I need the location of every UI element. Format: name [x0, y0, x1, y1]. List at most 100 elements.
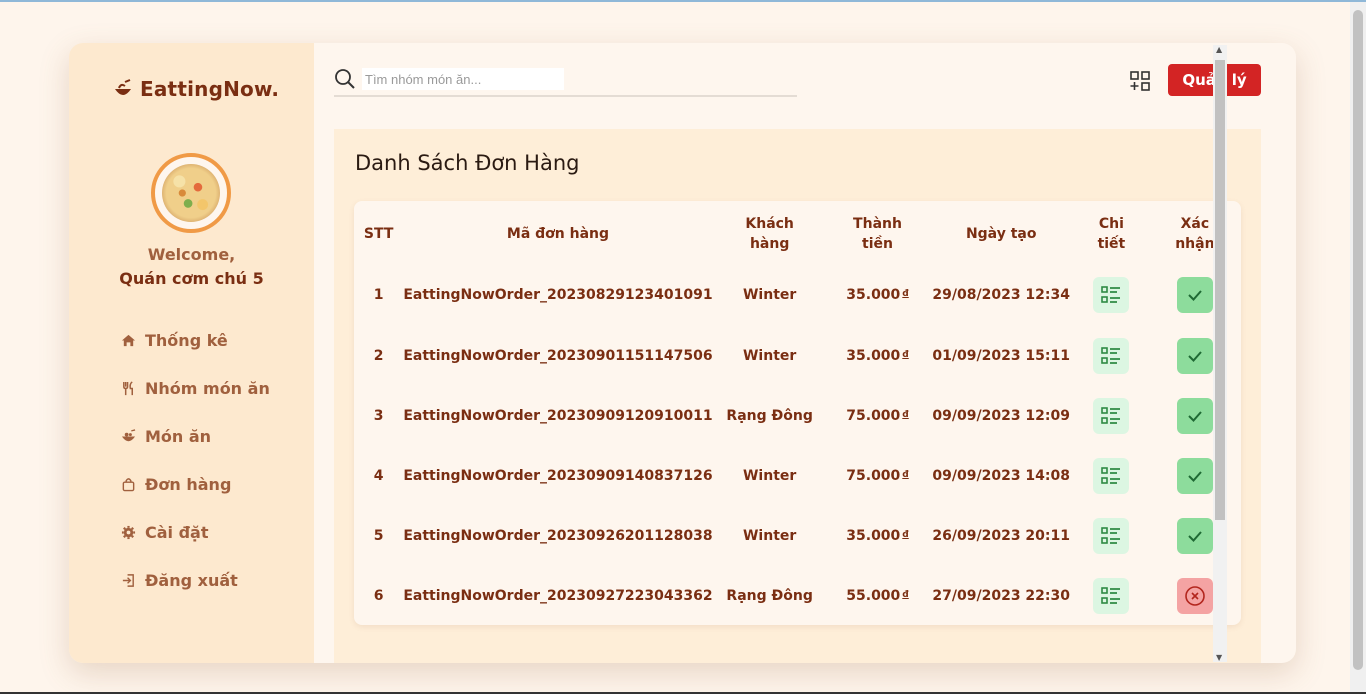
total-value: 75.000	[846, 408, 901, 424]
content-scrollbar[interactable]: ▲ ▼	[1213, 45, 1227, 662]
cell-total: 35.000 đ	[827, 326, 929, 386]
home-icon	[121, 334, 136, 346]
scrollbar-thumb[interactable]	[1215, 60, 1225, 520]
total-value: 75.000	[846, 468, 901, 484]
search-input[interactable]	[362, 68, 564, 90]
search-icon[interactable]	[334, 68, 356, 90]
bowl-icon	[121, 428, 136, 441]
cell-detail	[1074, 256, 1149, 326]
confirm-button[interactable]	[1176, 458, 1213, 494]
confirm-button[interactable]	[1176, 518, 1213, 554]
check-icon	[1188, 351, 1202, 362]
sidebar-item-label: Đăng xuất	[145, 570, 238, 590]
confirm-button[interactable]	[1176, 338, 1213, 374]
check-icon	[1188, 531, 1202, 542]
total-value: 35.000	[846, 348, 901, 364]
cell-stt: 2	[373, 348, 384, 364]
orders-table: STT Mã đơn hàng Khách hàng Thành tiền Ngày…	[354, 211, 1241, 626]
detail-button[interactable]	[1093, 398, 1130, 434]
table-row: 3 EattingNowOrder_20230909120910011 Rạng Đ…	[354, 386, 1241, 446]
sidebar-item-thong-ke[interactable]: Thống kê	[121, 316, 270, 364]
avatar-image	[162, 164, 220, 222]
cell-confirm	[1149, 446, 1241, 506]
sidebar-item-dang-xuat[interactable]: Đăng xuất	[121, 556, 270, 604]
col-customer: Khách hàng	[745, 215, 794, 252]
cancel-circle-icon	[1185, 586, 1205, 606]
detail-button[interactable]	[1093, 518, 1130, 554]
app-window: EattingNow. Welcome, Quán cơm chú 5 Thốn…	[69, 43, 1296, 663]
cell-order-code: EattingNowOrder_20230909140837126	[403, 468, 713, 484]
currency-symbol: đ	[902, 530, 909, 540]
browser-top-edge	[0, 0, 1366, 2]
cell-stt: 3	[373, 408, 384, 424]
welcome-block: Welcome, Quán cơm chú 5	[69, 243, 314, 291]
cell-stt: 6	[373, 588, 384, 604]
list-detail-icon	[1101, 467, 1121, 484]
confirm-button[interactable]	[1176, 277, 1213, 313]
cell-total: 55.000 đ	[827, 566, 929, 626]
detail-button[interactable]	[1093, 578, 1130, 614]
detail-button[interactable]	[1093, 338, 1130, 374]
utensils-icon	[123, 380, 133, 395]
main-content: Quản lý Danh Sách Đơn Hàng STT Mã đơn hà…	[314, 43, 1296, 663]
col-created: Ngày tạo	[965, 225, 1037, 242]
sidebar-nav: Thống kê Nhóm món ăn Món ăn Đơn hàng Cài…	[121, 316, 270, 604]
check-icon	[1188, 471, 1202, 482]
col-code: Mã đơn hàng	[506, 225, 610, 242]
cell-created: 09/09/2023 12:09	[932, 408, 1070, 424]
sidebar-item-label: Nhóm món ăn	[145, 378, 270, 398]
cell-created: 29/08/2023 12:34	[932, 287, 1070, 303]
bowl-logo-icon	[115, 79, 131, 95]
cell-customer: Winter	[742, 468, 797, 484]
scroll-down-arrow[interactable]: ▼	[1216, 653, 1222, 662]
cell-order-code: EattingNowOrder_20230909120910011	[403, 408, 713, 424]
cell-customer: Winter	[742, 528, 797, 544]
currency-symbol: đ	[902, 590, 909, 600]
cell-stt: 1	[373, 287, 384, 303]
cell-detail	[1074, 446, 1149, 506]
detail-button[interactable]	[1093, 277, 1130, 313]
sidebar-item-don-hang[interactable]: Đơn hàng	[121, 460, 270, 508]
page-scrollbar-thumb[interactable]	[1353, 10, 1363, 670]
table-row: 4 EattingNowOrder_20230909140837126 Winter…	[354, 446, 1241, 506]
table-row: 1 EattingNowOrder_20230829123401091 Winter…	[354, 256, 1241, 326]
page-title: Danh Sách Đơn Hàng	[355, 151, 580, 175]
scroll-up-arrow[interactable]: ▲	[1216, 45, 1222, 54]
orders-panel: Danh Sách Đơn Hàng STT Mã đơn hàng Khách…	[334, 129, 1261, 663]
list-detail-icon	[1101, 527, 1121, 544]
bag-icon	[122, 477, 135, 491]
cell-confirm	[1149, 386, 1241, 446]
table-header-row: STT Mã đơn hàng Khách hàng Thành tiền Ngày…	[354, 211, 1241, 256]
gear-icon	[121, 525, 136, 539]
cell-customer: Rạng Đông	[726, 588, 813, 604]
detail-button[interactable]	[1093, 458, 1130, 494]
cell-detail	[1074, 566, 1149, 626]
cell-detail	[1074, 326, 1149, 386]
brand-logo[interactable]: EattingNow.	[113, 77, 279, 101]
shop-name: Quán cơm chú 5	[119, 269, 264, 288]
confirm-button[interactable]	[1176, 398, 1213, 434]
total-value: 35.000	[846, 528, 901, 544]
col-stt: STT	[363, 225, 394, 242]
sidebar-item-mon-an[interactable]: Món ăn	[121, 412, 270, 460]
welcome-text: Welcome,	[147, 245, 236, 264]
cell-created: 09/09/2023 14:08	[932, 468, 1070, 484]
total-value: 35.000	[846, 287, 901, 303]
currency-symbol: đ	[902, 350, 909, 360]
cell-total: 75.000 đ	[827, 386, 929, 446]
page-scrollbar[interactable]	[1350, 2, 1366, 694]
cancel-status-button[interactable]	[1176, 578, 1213, 614]
orders-table-card: STT Mã đơn hàng Khách hàng Thành tiền Ngày…	[354, 201, 1241, 625]
currency-symbol: đ	[902, 470, 909, 480]
sidebar-item-nhom-mon-an[interactable]: Nhóm món ăn	[121, 364, 270, 412]
cell-detail	[1074, 386, 1149, 446]
list-detail-icon	[1101, 407, 1121, 424]
cell-confirm	[1149, 566, 1241, 626]
sidebar-item-label: Thống kê	[145, 330, 228, 350]
grid-add-icon[interactable]	[1129, 70, 1151, 92]
table-row: 6 EattingNowOrder_20230927223043362 Rạng Đ…	[354, 566, 1241, 626]
logout-icon	[122, 573, 134, 587]
cell-total: 35.000 đ	[827, 506, 929, 566]
cell-customer: Rạng Đông	[726, 408, 813, 424]
sidebar-item-cai-dat[interactable]: Cài đặt	[121, 508, 270, 556]
